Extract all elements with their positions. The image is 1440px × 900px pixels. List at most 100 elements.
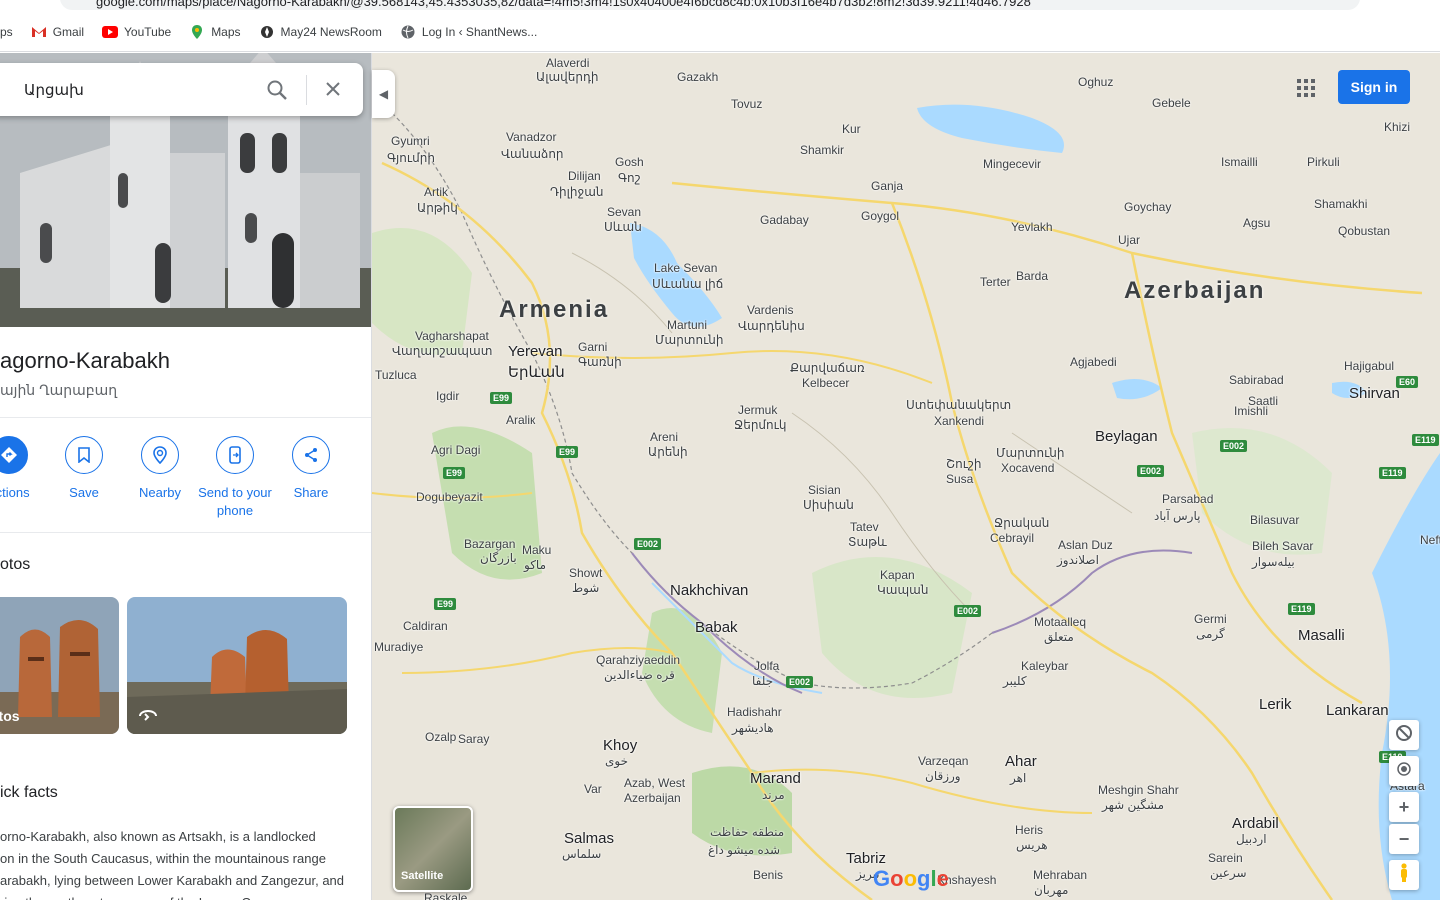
city-label: هریس [1016, 838, 1048, 852]
sign-in-button[interactable]: Sign in [1338, 70, 1410, 104]
city-label: Cebrayil [990, 531, 1035, 545]
city-label: سلماس [562, 847, 602, 861]
protected-area-label: شده میشو داغ [708, 843, 781, 857]
satellite-label: Satellite [401, 870, 444, 882]
city-label: Vagharshapat [415, 329, 489, 343]
city-label: اردبیل [1236, 832, 1267, 846]
lake-label: Lake Sevan [654, 261, 718, 275]
highway-shield: E002 [1220, 440, 1248, 452]
save-button[interactable]: Save [44, 436, 124, 502]
city-label: جلفا [752, 674, 774, 688]
city-label: Tuzluca [375, 368, 417, 382]
city-label: Beylagan [1095, 428, 1158, 445]
city-label: Kapan [880, 568, 915, 582]
send-to-phone-button[interactable]: Send to your phone [195, 436, 275, 520]
city-label: خوی [605, 754, 629, 768]
city-label: Shamakhi [1314, 197, 1368, 211]
city-label: Meshgin Shahr [1098, 783, 1179, 797]
city-label: Goychay [1124, 200, 1172, 214]
city-label: Hadishahr [727, 705, 782, 719]
bookmark-maps[interactable]: Maps [189, 24, 241, 40]
city-label: Garni [578, 340, 608, 354]
city-label: اهر [1010, 771, 1027, 785]
bookmark-shantnews[interactable]: Log In ‹ ShantNews... [400, 24, 537, 40]
city-label: Dogubeyazit [416, 490, 483, 504]
city-label: پارس آباد [1154, 509, 1201, 523]
city-label: Jolfa [754, 659, 780, 673]
highway-shield: E119 [1412, 434, 1439, 446]
city-label: Oghuz [1078, 75, 1114, 89]
photos-thumbnail-360[interactable] [127, 597, 347, 734]
bookmark-youtube[interactable]: YouTube [102, 24, 171, 40]
bookmark-newsroom[interactable]: May24 NewsRoom [259, 24, 382, 40]
no-entry-icon [1395, 724, 1413, 747]
action-label: Share [293, 485, 329, 500]
satellite-layer-toggle[interactable]: Satellite [393, 806, 473, 892]
city-label: Dilijan [568, 169, 601, 183]
city-label: Neftcha [1420, 533, 1440, 547]
place-title: agorno-Karabakh [0, 348, 171, 373]
bookmark-label: ps [0, 24, 13, 39]
share-button[interactable]: Share [271, 436, 351, 502]
url-text: google.com/maps/place/Nagorno-Karabakh/@… [96, 0, 1031, 9]
pegman-icon [1398, 862, 1410, 888]
city-label: Ardabil [1232, 815, 1279, 832]
city-label: Գոշ [618, 171, 641, 185]
layers-off-button[interactable] [1389, 720, 1419, 750]
bookmark-gmail[interactable]: Gmail [31, 24, 84, 40]
city-label: Susa [946, 472, 974, 486]
divider [0, 417, 371, 418]
newsroom-icon [259, 24, 275, 40]
zoom-out-button[interactable]: − [1389, 824, 1419, 854]
city-label: Khizi [1384, 120, 1411, 134]
city-label: Xankendi [934, 414, 985, 428]
close-icon[interactable] [324, 80, 342, 103]
city-label: Xocavend [1001, 461, 1055, 475]
city-label: Kelbecer [802, 376, 850, 390]
city-label: Heris [1015, 823, 1044, 837]
city-label: Goygol [861, 209, 900, 223]
my-location-button[interactable] [1389, 756, 1419, 786]
city-label: Qobustan [1338, 224, 1391, 238]
street-view-pegman[interactable] [1389, 860, 1419, 890]
city-label: Մարտունի [655, 333, 724, 347]
city-label: Maku [522, 543, 552, 557]
browser-address-bar[interactable]: google.com/maps/place/Nagorno-Karabakh/@… [0, 0, 1440, 12]
city-label: Lankaran [1326, 702, 1389, 719]
city-label: Shamkir [800, 143, 845, 157]
search-input[interactable]: Արցախ [24, 81, 84, 99]
search-icon[interactable] [266, 79, 288, 106]
city-label: Alaverdi [546, 56, 590, 70]
bookmark-apps[interactable]: ps [0, 25, 13, 39]
photos-caption: otos [0, 708, 20, 724]
city-label: Germi [1194, 612, 1227, 626]
apps-grid-icon[interactable] [1296, 78, 1316, 98]
city-label: Մարտունի [996, 446, 1065, 460]
city-label: Saray [458, 732, 490, 746]
place-subtitle: ային Ղարաբաղ [0, 382, 118, 398]
city-label: Var [584, 782, 602, 796]
nearby-button[interactable]: Nearby [120, 436, 200, 502]
photos-thumbnail-1[interactable]: otos [0, 597, 119, 734]
city-label: Areni [650, 430, 679, 444]
city-label: Kur [842, 122, 861, 136]
search-box[interactable]: Արցախ [0, 63, 363, 116]
directions-button[interactable]: ections [0, 436, 49, 502]
city-label: Muradiye [374, 640, 424, 654]
city-label: مرند [762, 788, 785, 802]
collapse-panel-button[interactable]: ◀ [372, 70, 395, 118]
highway-shield: E99 [490, 392, 513, 404]
city-label: هادیشهر [732, 721, 774, 735]
city-label: مهربان [1034, 883, 1069, 897]
city-label: Shirvan [1349, 385, 1400, 402]
city-label: Ալավերդի [536, 70, 599, 84]
quick-facts-text: orno-Karabakh, also known as Artsakh, is… [0, 826, 352, 900]
city-label: Sevan [607, 205, 642, 219]
city-label: Agsu [1243, 216, 1271, 230]
city-label: Ganja [871, 179, 904, 193]
city-label: Գյումրի [387, 151, 435, 165]
city-label: Jermuk [738, 403, 778, 417]
zoom-in-button[interactable]: + [1389, 792, 1419, 822]
map-canvas[interactable]: Armenia Azerbaijan Alaverdi Ալավերդի Gaz… [372, 53, 1440, 900]
action-label: Save [69, 485, 99, 500]
